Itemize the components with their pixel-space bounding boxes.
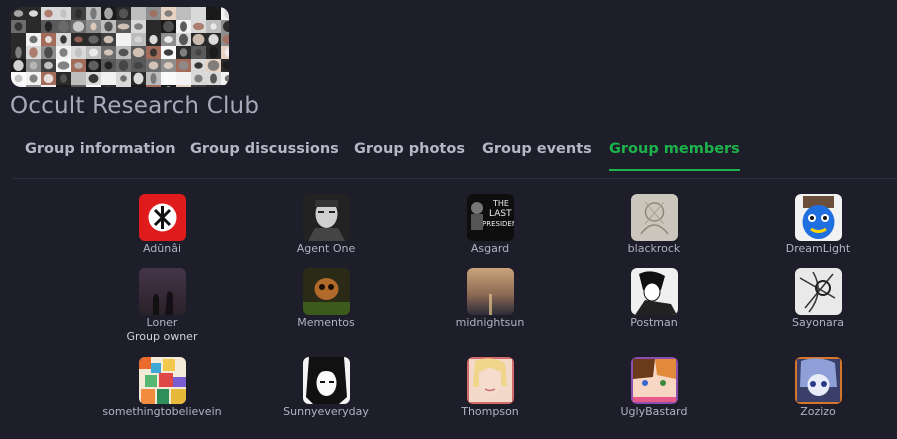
member-avatar[interactable] — [466, 357, 514, 404]
member-card[interactable]: Zozizo — [748, 357, 888, 419]
member-avatar[interactable] — [466, 268, 514, 315]
member-avatar[interactable] — [794, 357, 842, 404]
member-card[interactable]: THE LAST PRESIDENT Asgard — [420, 194, 560, 256]
tab-group-events[interactable]: Group events — [482, 141, 592, 169]
member-name[interactable]: somethingtobelievein — [92, 405, 232, 419]
group-tabs: Group information Group discussions Grou… — [13, 128, 897, 179]
tab-group-members[interactable]: Group members — [609, 141, 740, 171]
member-avatar[interactable] — [630, 194, 678, 241]
member-name[interactable]: Postman — [584, 316, 724, 330]
member-avatar[interactable] — [138, 194, 186, 241]
member-name[interactable]: Sayonara — [748, 316, 888, 330]
member-avatar[interactable] — [630, 357, 678, 404]
member-name[interactable]: Adūnâi — [92, 242, 232, 256]
member-card[interactable]: Loner Group owner — [92, 268, 232, 344]
member-name[interactable]: blackrock — [584, 242, 724, 256]
tab-group-photos[interactable]: Group photos — [354, 141, 465, 169]
member-name[interactable]: DreamLight — [748, 242, 888, 256]
member-card[interactable]: somethingtobelievein — [92, 357, 232, 419]
member-name[interactable]: Sunnyeveryday — [256, 405, 396, 419]
member-name[interactable]: UglyBastard — [584, 405, 724, 419]
member-avatar[interactable] — [794, 194, 842, 241]
tab-group-information[interactable]: Group information — [25, 141, 176, 169]
member-card[interactable]: Postman — [584, 268, 724, 330]
member-card[interactable]: Adūnâi — [92, 194, 232, 256]
svg-text:LAST: LAST — [489, 209, 512, 219]
tab-group-discussions[interactable]: Group discussions — [190, 141, 339, 169]
member-name[interactable]: Mementos — [256, 316, 396, 330]
member-avatar[interactable]: THE LAST PRESIDENT — [466, 194, 514, 241]
svg-text:PRESIDENT: PRESIDENT — [482, 220, 514, 228]
svg-text:THE: THE — [492, 199, 509, 208]
member-card[interactable]: Agent One — [256, 194, 396, 256]
member-name[interactable]: Agent One — [256, 242, 396, 256]
member-card[interactable]: DreamLight — [748, 194, 888, 256]
member-avatar[interactable] — [138, 268, 186, 315]
member-name[interactable]: Asgard — [420, 242, 560, 256]
member-role-badge: Group owner — [126, 330, 198, 343]
group-banner-image — [11, 7, 229, 87]
member-card[interactable]: midnightsun — [420, 268, 560, 330]
member-name[interactable]: Zozizo — [748, 405, 888, 419]
member-card[interactable]: Sayonara — [748, 268, 888, 330]
member-card[interactable]: Mementos — [256, 268, 396, 330]
member-card[interactable]: blackrock — [584, 194, 724, 256]
member-avatar[interactable] — [302, 268, 350, 315]
member-name[interactable]: Thompson — [420, 405, 560, 419]
group-title: Occult Research Club — [10, 93, 260, 119]
member-avatar[interactable] — [630, 268, 678, 315]
member-card[interactable]: Thompson — [420, 357, 560, 419]
member-card[interactable]: Sunnyeveryday — [256, 357, 396, 419]
member-avatar[interactable] — [302, 194, 350, 241]
member-name[interactable]: midnightsun — [420, 316, 560, 330]
member-card[interactable]: UglyBastard — [584, 357, 724, 419]
member-avatar[interactable] — [302, 357, 350, 404]
member-avatar[interactable] — [794, 268, 842, 315]
member-name[interactable]: Loner — [92, 316, 232, 330]
member-avatar[interactable] — [138, 357, 186, 404]
